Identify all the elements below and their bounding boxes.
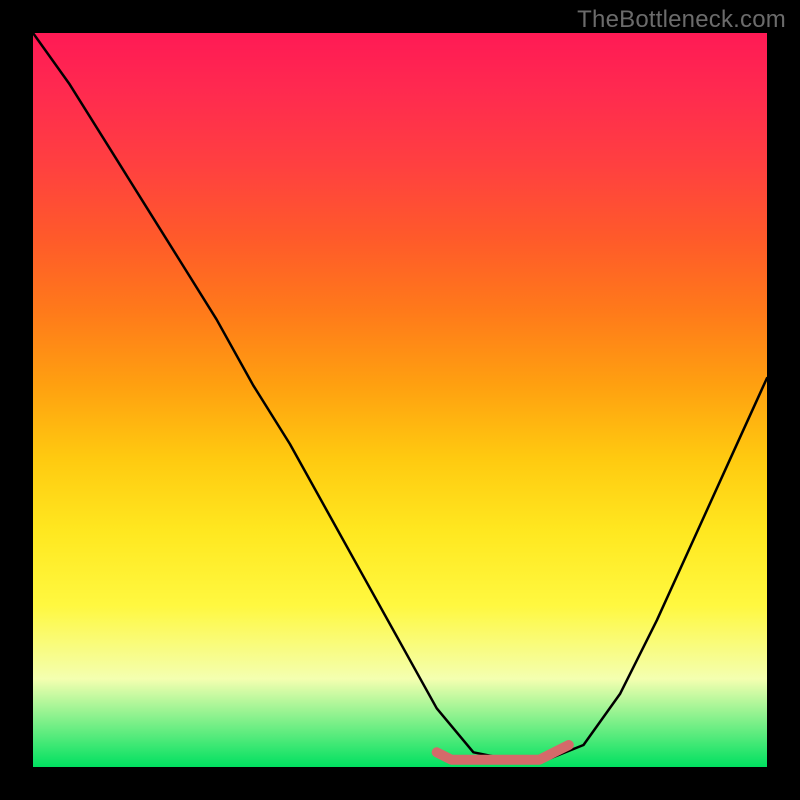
plot-area — [33, 33, 767, 767]
chart-stage: TheBottleneck.com — [0, 0, 800, 800]
curve-layer — [33, 33, 767, 767]
highlight-band — [437, 745, 569, 760]
bottleneck-curve — [33, 33, 767, 760]
watermark-text: TheBottleneck.com — [577, 6, 786, 34]
